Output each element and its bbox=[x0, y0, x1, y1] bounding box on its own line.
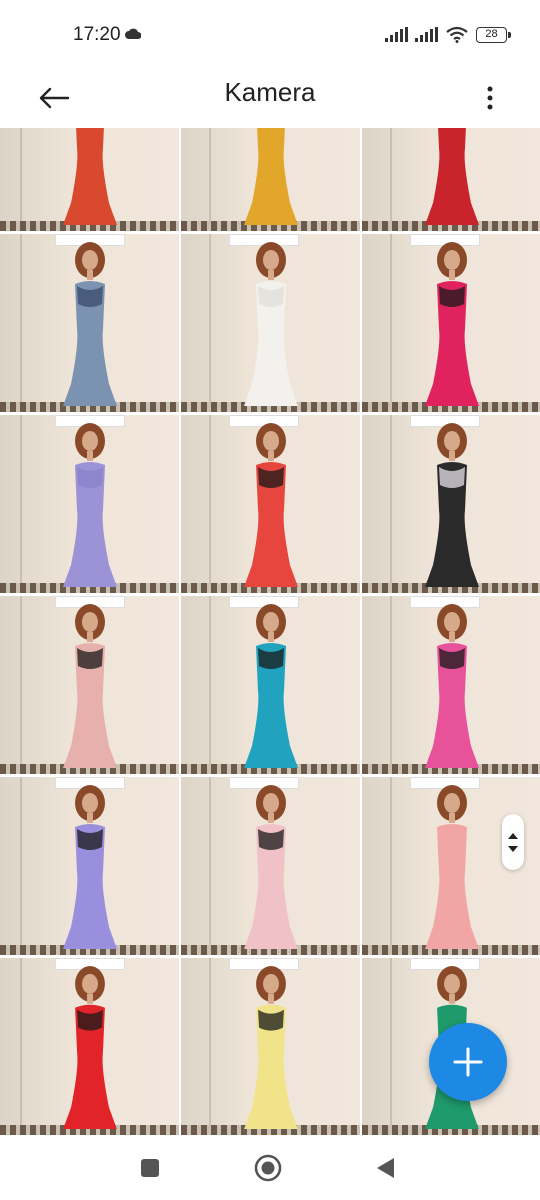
wall-edge bbox=[390, 596, 392, 764]
arrow-left-icon bbox=[39, 87, 70, 109]
wall-edge bbox=[209, 415, 211, 583]
photo-thumbnail[interactable] bbox=[0, 415, 179, 593]
dress-figure bbox=[62, 604, 117, 768]
dress-figure bbox=[424, 604, 479, 768]
home-circle-icon bbox=[254, 1154, 282, 1182]
wall-edge bbox=[390, 128, 392, 221]
back-triangle-icon bbox=[377, 1158, 394, 1178]
photo-thumbnail[interactable] bbox=[0, 777, 179, 955]
home-button[interactable] bbox=[251, 1151, 285, 1185]
photo-thumbnail[interactable] bbox=[181, 128, 360, 231]
wall-edge bbox=[20, 128, 22, 221]
wall-edge bbox=[20, 777, 22, 945]
scroll-up-icon bbox=[508, 832, 518, 839]
dress-figure bbox=[62, 785, 117, 949]
photo-thumbnail[interactable] bbox=[0, 596, 179, 774]
photo-thumbnail[interactable] bbox=[0, 234, 179, 412]
more-options-button[interactable] bbox=[466, 74, 514, 122]
battery-tip bbox=[508, 32, 511, 38]
photo-thumbnail[interactable] bbox=[362, 234, 540, 412]
dress-figure bbox=[243, 242, 298, 406]
dress-figure bbox=[424, 242, 479, 406]
dress-figure bbox=[243, 423, 298, 587]
wifi-icon bbox=[446, 26, 468, 43]
wall-edge bbox=[209, 777, 211, 945]
dress-figure bbox=[424, 785, 479, 949]
dress-figure bbox=[243, 128, 298, 225]
status-time: 17:20 bbox=[73, 24, 121, 45]
photo-thumbnail[interactable] bbox=[362, 415, 540, 593]
wall-edge bbox=[390, 958, 392, 1125]
photo-thumbnail[interactable] bbox=[0, 128, 179, 231]
wall-edge bbox=[20, 596, 22, 764]
photo-thumbnail[interactable] bbox=[181, 596, 360, 774]
wall-edge bbox=[209, 596, 211, 764]
back-button[interactable] bbox=[30, 74, 78, 122]
battery-icon: 28 bbox=[476, 27, 511, 43]
wall-edge bbox=[20, 234, 22, 402]
signal-icon bbox=[385, 27, 408, 42]
wall-edge bbox=[390, 415, 392, 583]
wall-edge bbox=[20, 415, 22, 583]
wall-edge bbox=[209, 958, 211, 1125]
wall-edge bbox=[390, 234, 392, 402]
recents-square-icon bbox=[141, 1159, 159, 1177]
navigation-bar bbox=[0, 1135, 540, 1200]
cloud-icon bbox=[125, 28, 141, 39]
photo-thumbnail[interactable] bbox=[181, 415, 360, 593]
scroll-down-icon bbox=[508, 845, 518, 852]
dress-figure bbox=[243, 965, 298, 1130]
dress-figure bbox=[62, 965, 117, 1130]
photo-grid bbox=[0, 128, 540, 1135]
dress-figure bbox=[62, 128, 117, 225]
dress-figure bbox=[424, 423, 479, 587]
wall-edge bbox=[209, 234, 211, 402]
wall-edge bbox=[390, 777, 392, 945]
more-vert-icon bbox=[487, 86, 493, 110]
fast-scroll-handle[interactable] bbox=[502, 814, 524, 870]
status-bar: 17:20 28 bbox=[0, 0, 540, 64]
photo-thumbnail[interactable] bbox=[181, 958, 360, 1135]
photo-thumbnail[interactable] bbox=[0, 958, 179, 1135]
add-button[interactable] bbox=[429, 1023, 507, 1101]
photo-thumbnail[interactable] bbox=[362, 596, 540, 774]
plus-icon bbox=[453, 1047, 483, 1077]
photo-thumbnail[interactable] bbox=[181, 777, 360, 955]
page-title: Kamera bbox=[224, 77, 316, 107]
battery-level: 28 bbox=[485, 28, 498, 40]
photo-thumbnail[interactable] bbox=[362, 128, 540, 231]
wall-edge bbox=[20, 958, 22, 1125]
dress-figure bbox=[243, 785, 298, 949]
app-bar: Kamera bbox=[0, 64, 540, 128]
signal-icon bbox=[415, 27, 438, 42]
dress-figure bbox=[424, 128, 479, 225]
wall-edge bbox=[209, 128, 211, 221]
dress-figure bbox=[243, 604, 298, 768]
photo-thumbnail[interactable] bbox=[181, 234, 360, 412]
back-nav-button[interactable] bbox=[368, 1151, 402, 1185]
dress-figure bbox=[62, 242, 117, 406]
dress-figure bbox=[62, 423, 117, 587]
recents-button[interactable] bbox=[133, 1151, 167, 1185]
